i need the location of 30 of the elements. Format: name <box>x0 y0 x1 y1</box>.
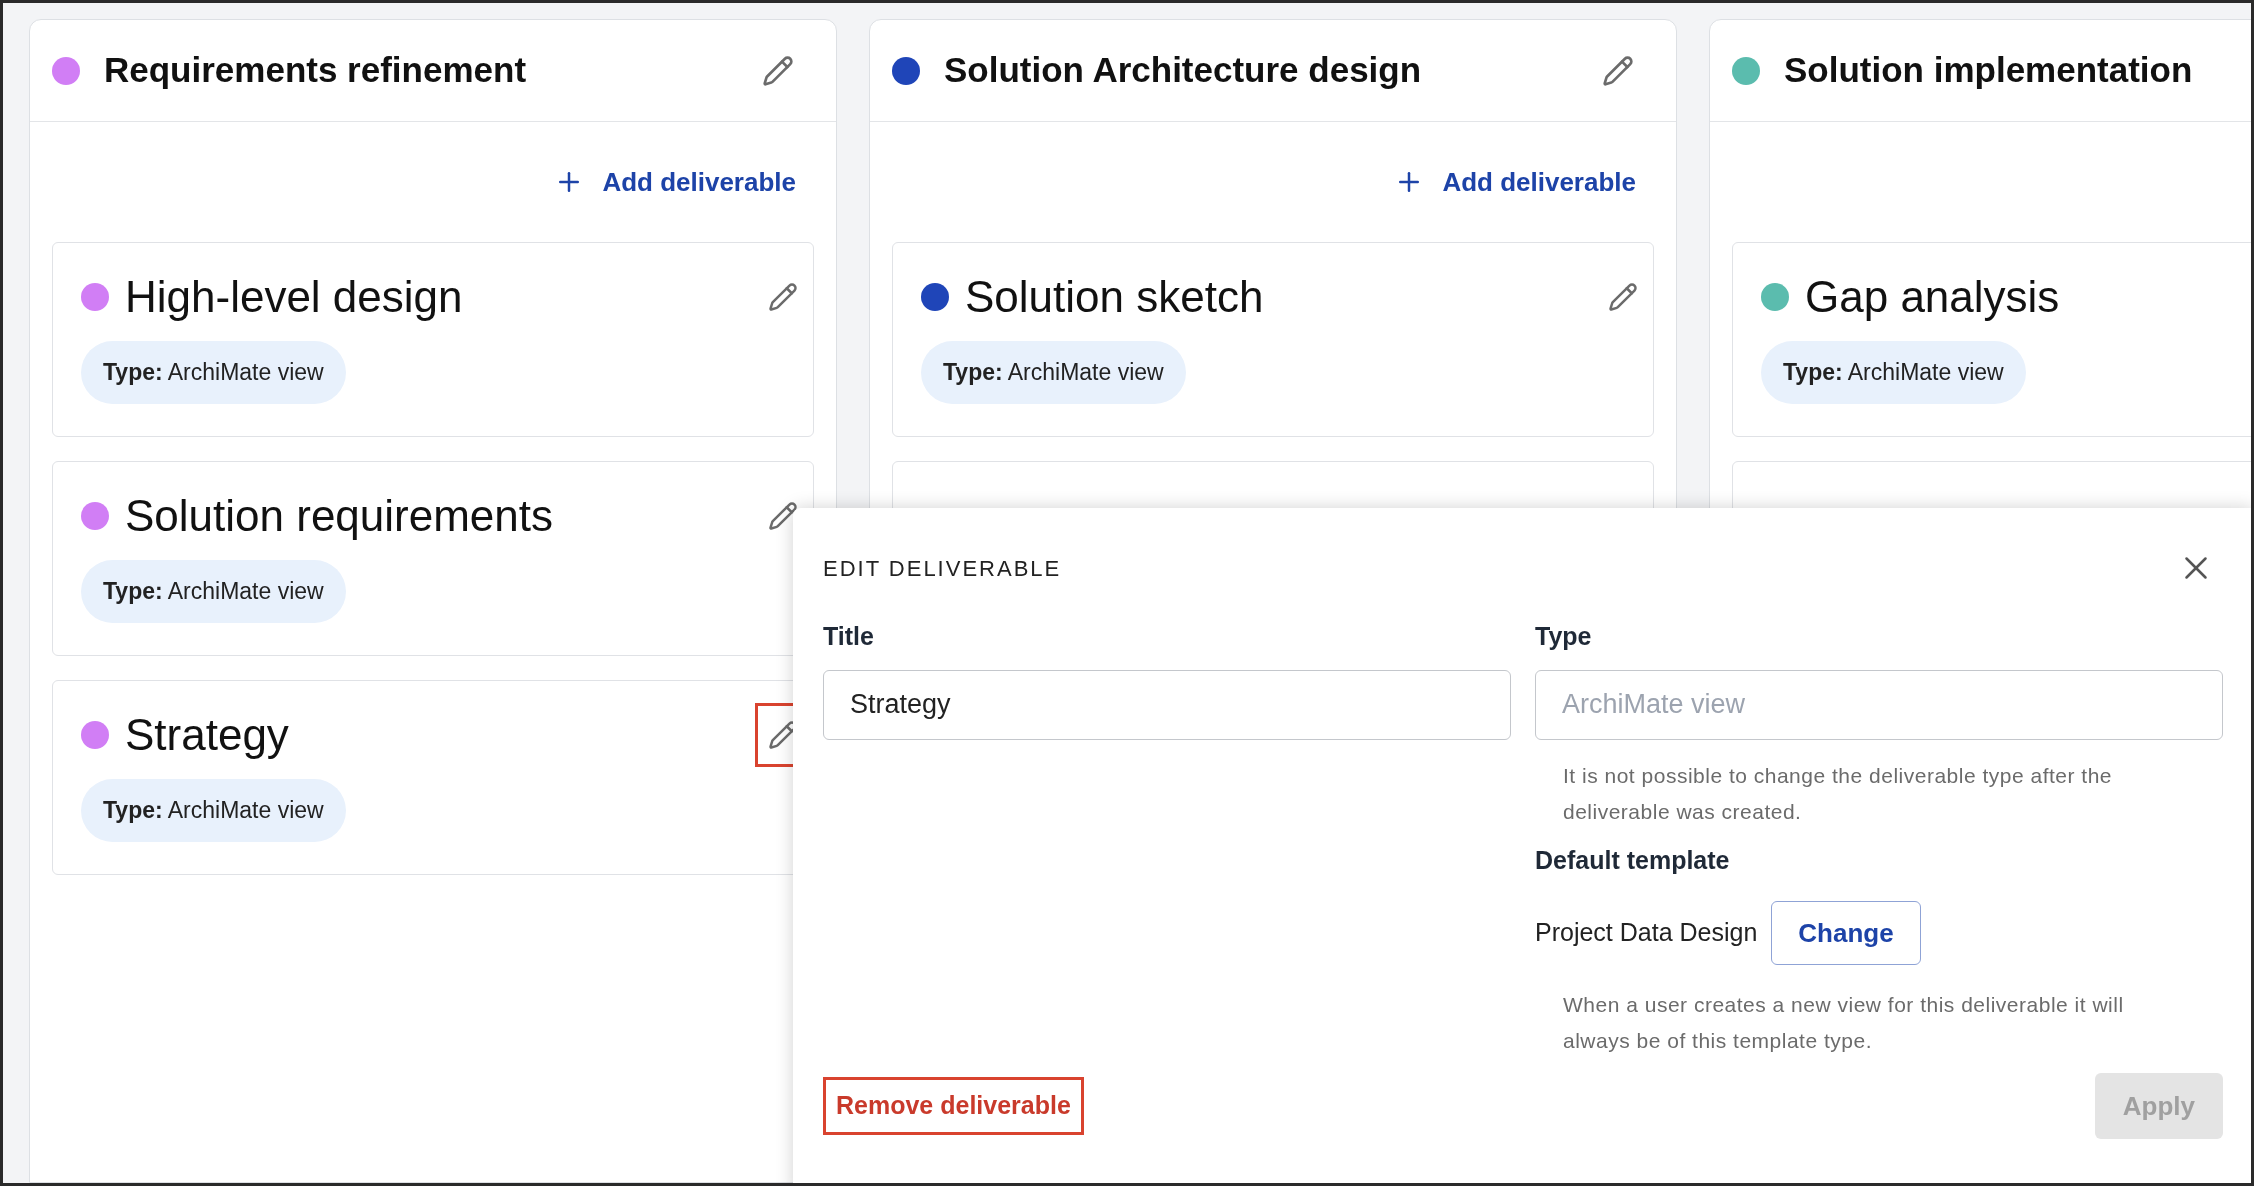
type-tag: Type: ArchiMate view <box>81 779 346 842</box>
template-name: Project Data Design <box>1535 917 1758 949</box>
deliverable-title: Gap analysis <box>1805 271 2061 323</box>
edit-icon[interactable] <box>762 54 794 87</box>
deliverable-title: Solution sketch <box>965 271 1265 323</box>
field-label: Type <box>1535 621 1593 652</box>
edit-icon[interactable] <box>1602 54 1634 87</box>
type-tag: Type: ArchiMate view <box>921 341 1186 404</box>
type-tag: Type: ArchiMate view <box>1761 341 2026 404</box>
type-tag: Type: ArchiMate view <box>81 341 346 404</box>
remove-deliverable-button[interactable]: Remove deliverable <box>823 1077 1084 1135</box>
add-deliverable-button[interactable]: Add deliverable <box>554 162 796 202</box>
text-field[interactable]: Strategy <box>823 669 1511 740</box>
help-text: When a user creates a new view for this deliverable it will always be of this template type. <box>1562 992 2125 1054</box>
column-title: Solution implementation <box>1784 49 2194 92</box>
edit-icon <box>768 282 798 312</box>
dialog-heading: EDIT DELIVERABLE <box>823 554 1062 583</box>
deliverable-title: Solution requirements <box>125 490 554 542</box>
column-title: Solution Architecture design <box>944 49 1423 92</box>
field-label: Title <box>823 621 875 652</box>
deliverable-title: High-level design <box>125 271 464 323</box>
help-text: It is not possible to change the deliverable type after the deliverable was created. <box>1562 762 2113 825</box>
type-tag: Type: ArchiMate view <box>81 560 346 623</box>
add-deliverable-button[interactable]: Add deliverable <box>1394 162 1636 202</box>
column-title: Requirements refinement <box>104 49 528 92</box>
section-label: Default template <box>1535 844 1731 876</box>
deliverable-title: Strategy <box>125 709 290 761</box>
change-button[interactable]: Change <box>1771 901 1921 965</box>
edit-icon <box>1608 282 1638 312</box>
edit-icon <box>768 501 798 531</box>
